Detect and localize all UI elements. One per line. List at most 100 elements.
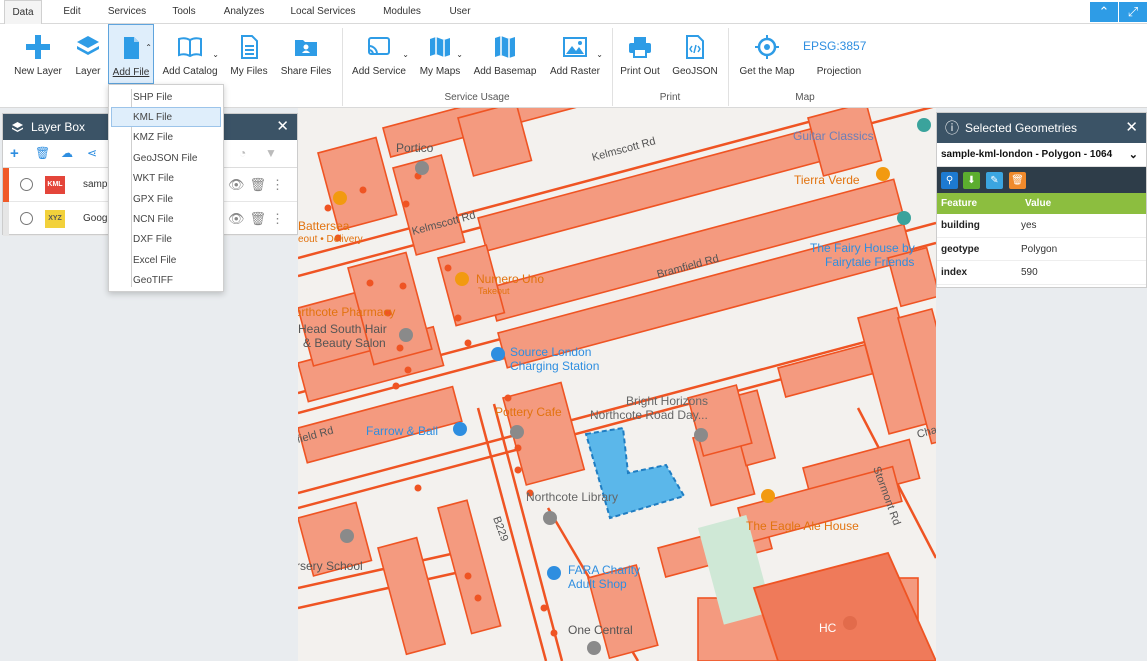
svg-text:Northcote Pharmacy: Northcote Pharmacy: [298, 305, 395, 319]
xyz-tile-icon: XYZ: [45, 210, 65, 228]
more-icon[interactable]: ⋮: [271, 177, 289, 192]
svg-text:Portico: Portico: [396, 141, 434, 155]
filter-icon[interactable]: ▼: [265, 146, 277, 160]
my-files-button[interactable]: My Files: [228, 24, 270, 86]
feature-title-row[interactable]: sample-kml-london - Polygon - 1064 ⌄: [937, 143, 1146, 167]
add-catalog-button[interactable]: Add Catalog ⌄: [160, 24, 220, 86]
menu-item-dxf-file[interactable]: DXF File: [133, 230, 172, 249]
add-raster-button[interactable]: Add Raster ⌄: [546, 24, 604, 86]
delete-icon[interactable]: 🗑: [1009, 172, 1026, 189]
collapse-icon[interactable]: ⌃: [1090, 2, 1118, 22]
attribute-value: Polygon: [1021, 243, 1058, 255]
svg-text:Source London: Source London: [510, 345, 591, 359]
share-folder-icon: [295, 40, 317, 56]
layer-button[interactable]: Layer: [70, 24, 106, 86]
layer-box-title: Layer Box: [31, 120, 86, 134]
chevron-down-icon: ⌄: [402, 50, 409, 59]
column-feature: Feature: [941, 198, 978, 209]
download-icon[interactable]: ⬇: [963, 172, 980, 189]
attribute-key: building: [941, 220, 980, 231]
chevron-down-icon[interactable]: ⌄: [1129, 143, 1138, 167]
close-icon[interactable]: ✕: [1125, 113, 1138, 143]
menu-item-ncn-file[interactable]: NCN File: [133, 210, 174, 229]
tab-analyzes[interactable]: Analyzes: [218, 0, 270, 24]
svg-text:Takeout: Takeout: [478, 286, 510, 296]
svg-text:Guitar Classics: Guitar Classics: [793, 129, 874, 143]
menu-item-geojson-file[interactable]: GeoJSON File: [133, 149, 197, 168]
close-icon[interactable]: ✕: [276, 114, 289, 140]
more-icon[interactable]: ⋮: [271, 211, 289, 226]
trash-icon[interactable]: 🗑: [249, 211, 271, 226]
locate-icon[interactable]: ⚲: [941, 172, 958, 189]
feature-title: sample-kml-london - Polygon - 1064: [941, 149, 1113, 160]
tab-data[interactable]: Data: [4, 0, 42, 25]
attribute-table-header: Feature Value: [937, 193, 1146, 214]
map-icon: [430, 37, 450, 57]
cast-icon: [368, 37, 390, 55]
menu-item-excel-file[interactable]: Excel File: [133, 251, 176, 270]
menu-item-kml-file[interactable]: KML File: [133, 108, 172, 127]
expand-icon[interactable]: ⤢: [1119, 2, 1147, 22]
selected-polygon[interactable]: [584, 426, 686, 520]
tab-tools[interactable]: Tools: [166, 0, 202, 24]
svg-text:Northcote Library: Northcote Library: [526, 490, 618, 504]
print-out-button[interactable]: Print Out: [618, 24, 662, 86]
map-svg: Kelmscott Rd Bramfield Rd Kelmscott Rd f…: [298, 108, 936, 661]
cloud-icon[interactable]: ☁: [61, 146, 73, 160]
menu-item-gpx-file[interactable]: GPX File: [133, 190, 173, 209]
group-label-print: Print: [659, 92, 681, 103]
my-maps-button[interactable]: My Maps ⌄: [416, 24, 464, 86]
svg-text:The Fairy House by: The Fairy House by: [810, 241, 915, 255]
selected-geometries-panel: ⓘ Selected Geometries ✕ sample-kml-londo…: [936, 112, 1147, 288]
projection-button[interactable]: Projection: [808, 24, 870, 86]
menu-item-geotiff[interactable]: GeoTIFF: [133, 271, 173, 290]
share-files-button[interactable]: Share Files: [278, 24, 334, 86]
svg-text:Charging Station: Charging Station: [510, 359, 599, 373]
map-canvas[interactable]: Kelmscott Rd Bramfield Rd Kelmscott Rd f…: [298, 108, 936, 661]
svg-text:Bright Horizons: Bright Horizons: [626, 394, 708, 408]
eye-icon[interactable]: 👁: [228, 211, 250, 226]
svg-text:Northcote Road Day...: Northcote Road Day...: [590, 408, 708, 422]
menu-item-shp-file[interactable]: SHP File: [133, 88, 172, 107]
tab-services[interactable]: Services: [102, 0, 152, 24]
svg-text:Fairytale Friends: Fairytale Friends: [825, 255, 914, 269]
add-service-button[interactable]: Add Service ⌄: [348, 24, 410, 86]
attribute-key: geotype: [941, 243, 980, 255]
style-icon[interactable]: ◔: [239, 146, 246, 160]
new-layer-button[interactable]: New Layer: [10, 24, 66, 86]
svg-text:One Central: One Central: [568, 623, 633, 637]
highlight-buildings: [752, 551, 936, 661]
attribute-value: yes: [1021, 220, 1037, 231]
svg-text:Adult Shop: Adult Shop: [568, 577, 627, 591]
add-basemap-button[interactable]: Add Basemap: [470, 24, 540, 86]
add-file-button[interactable]: Add File ⌃: [108, 24, 154, 84]
layer-radio[interactable]: [20, 178, 33, 191]
table-row: geotype Polygon: [937, 238, 1146, 261]
svg-text:Battersea: Battersea: [298, 219, 350, 233]
selected-geometries-header: ⓘ Selected Geometries ✕: [937, 113, 1146, 143]
attribute-value: 590: [1021, 267, 1038, 278]
tab-modules[interactable]: Modules: [376, 0, 428, 24]
get-the-map-button[interactable]: Get the Map: [736, 24, 798, 86]
edit-icon[interactable]: ✎: [986, 172, 1003, 189]
chevron-up-icon: ⌃: [145, 43, 152, 52]
layer-name: sampl: [83, 179, 110, 190]
menu-item-wkt-file[interactable]: WKT File: [133, 169, 174, 188]
tab-user[interactable]: User: [444, 0, 476, 24]
add-layer-icon[interactable]: +: [10, 145, 19, 162]
menu-bar: Data Edit Services Tools Analyzes Local …: [0, 0, 1147, 25]
trash-icon[interactable]: 🗑: [249, 177, 271, 192]
trash-icon[interactable]: 🗑: [35, 146, 50, 160]
layer-radio[interactable]: [20, 212, 33, 225]
kml-file-icon: KML: [45, 176, 65, 194]
svg-text:& Beauty Salon: & Beauty Salon: [303, 336, 386, 350]
tab-local-services[interactable]: Local Services: [286, 0, 360, 24]
menu-item-kmz-file[interactable]: KMZ File: [133, 128, 173, 147]
tab-edit[interactable]: Edit: [56, 0, 88, 24]
share-icon[interactable]: ⋖: [87, 146, 97, 160]
eye-icon[interactable]: 👁: [228, 177, 250, 192]
feature-actions: ⚲ ⬇ ✎ 🗑: [937, 167, 1146, 193]
geojson-button[interactable]: GeoJSON: [670, 24, 720, 86]
svg-text:Head South Hair: Head South Hair: [298, 322, 387, 336]
table-row: index 590: [937, 261, 1146, 285]
